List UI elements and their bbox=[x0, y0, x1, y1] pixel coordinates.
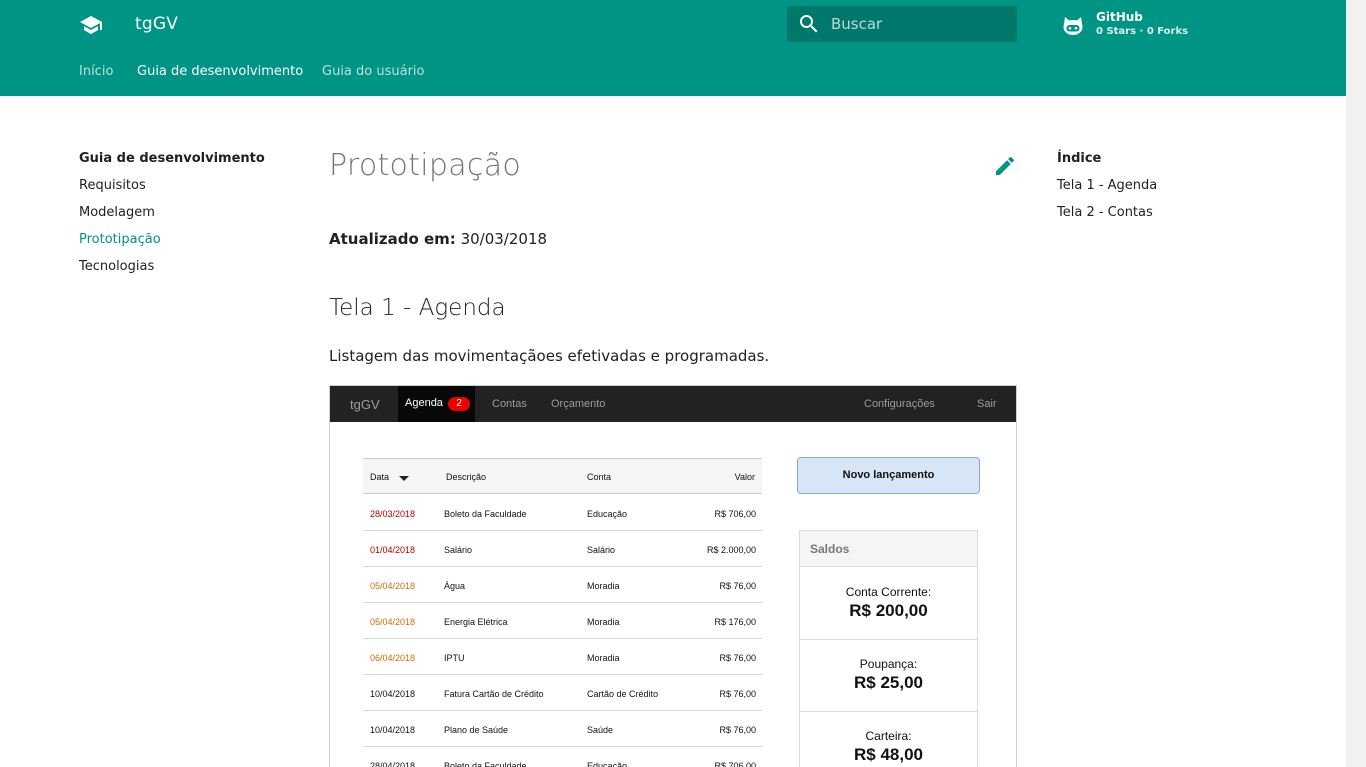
mock-table-row: 05/04/2018 Energia Elétrica Moradia R$ 176,… bbox=[363, 603, 762, 639]
mock-table-header: Data Descrição Conta Valor bbox=[363, 458, 762, 494]
mock-table-row: 01/04/2018 Salário Salário R$ 2.000,00 bbox=[363, 531, 762, 567]
toc-title: Índice bbox=[1057, 151, 1102, 166]
mock-cell-description: Energia Elétrica bbox=[444, 617, 508, 627]
updated-label: Atualizado em: bbox=[329, 230, 456, 248]
search-input[interactable] bbox=[831, 6, 1011, 42]
nav-title[interactable]: Guia de desenvolvimento bbox=[79, 151, 265, 166]
search-icon[interactable] bbox=[797, 12, 821, 36]
mock-header-valor: Valor bbox=[734, 472, 755, 482]
toc-item-tela-2[interactable]: Tela 2 - Contas bbox=[1057, 205, 1153, 220]
mock-header-descricao: Descrição bbox=[446, 472, 487, 482]
mock-cell-account: Moradia bbox=[587, 581, 620, 591]
mock-cell-value: R$ 706,00 bbox=[714, 761, 756, 767]
mock-cell-account: Educação bbox=[587, 761, 628, 767]
mock-balance-label: Conta Corrente: bbox=[845, 585, 932, 599]
tab-guia-desenvolvimento[interactable]: Guia de desenvolvimento bbox=[137, 64, 303, 79]
mock-cell-date: 05/04/2018 bbox=[370, 617, 416, 627]
mock-agenda-label: Agenda bbox=[405, 397, 443, 409]
mock-cell-description: Salário bbox=[444, 545, 473, 555]
mock-balance-label: Carteira: bbox=[865, 729, 912, 743]
mock-balances-panel: Saldos Conta Corrente: R$ 200,00 Poupanç… bbox=[799, 530, 978, 767]
mock-cell-description: IPTU bbox=[444, 653, 465, 663]
toc-item-tela-1[interactable]: Tela 1 - Agenda bbox=[1057, 178, 1157, 193]
mock-cell-account: Saúde bbox=[587, 725, 614, 735]
page-title: Prototipação bbox=[329, 148, 522, 183]
mock-cell-value: R$ 76,00 bbox=[719, 581, 756, 591]
sort-caret-icon bbox=[399, 476, 409, 481]
mock-balance-label: Poupança: bbox=[859, 657, 918, 671]
edit-icon[interactable] bbox=[993, 154, 1017, 178]
mock-table-row: 10/04/2018 Fatura Cartão de Crédito Cartão… bbox=[363, 675, 762, 711]
mock-cell-date: 28/04/2018 bbox=[370, 761, 416, 767]
mock-header-conta: Conta bbox=[587, 472, 612, 482]
mock-nav-contas: Contas bbox=[492, 398, 527, 410]
mock-cell-account: Educação bbox=[587, 509, 628, 519]
mock-cell-value: R$ 76,00 bbox=[719, 689, 756, 699]
mock-table-row: 05/04/2018 Água Moradia R$ 76,00 bbox=[363, 567, 762, 603]
repo-link[interactable]: GitHub 0 Stars · 0 Forks bbox=[1061, 10, 1211, 42]
mock-table-row: 28/04/2018 Boleto da Faculdade Educação R$ … bbox=[363, 747, 762, 767]
mock-cell-account: Moradia bbox=[587, 653, 620, 663]
mock-nav-orcamento: Orçamento bbox=[551, 398, 606, 410]
nav-item-tecnologias[interactable]: Tecnologias bbox=[79, 259, 154, 274]
mock-cell-description: Boleto da Faculdade bbox=[444, 761, 527, 767]
nav-item-modelagem[interactable]: Modelagem bbox=[79, 205, 155, 220]
updated-value: 30/03/2018 bbox=[460, 230, 548, 248]
mock-cell-account: Moradia bbox=[587, 617, 620, 627]
nav-item-prototipacao[interactable]: Prototipação bbox=[79, 232, 161, 247]
mock-table-row: 28/03/2018 Boleto da Faculdade Educação R$ … bbox=[363, 495, 762, 531]
mock-cell-value: R$ 176,00 bbox=[714, 617, 756, 627]
mock-cell-date: 28/03/2018 bbox=[370, 509, 416, 519]
mock-cell-account: Cartão de Crédito bbox=[587, 689, 659, 699]
section-description: Listagem das movimentaçãoes efetivadas e… bbox=[329, 347, 770, 365]
tab-guia-usuario[interactable]: Guia do usuário bbox=[322, 64, 425, 79]
mock-agenda-badge: 2 bbox=[448, 397, 470, 411]
page-scrollbar[interactable] bbox=[1346, 0, 1366, 767]
mock-nav-agenda: Agenda 2 bbox=[398, 386, 475, 422]
mock-balances-header: Saldos bbox=[800, 531, 977, 567]
mock-balance-carteira: Carteira: R$ 48,00 bbox=[800, 712, 977, 767]
mock-balance-value: R$ 200,00 bbox=[849, 601, 928, 620]
mock-table-row: 10/04/2018 Plano de Saúde Saúde R$ 76,00 bbox=[363, 711, 762, 747]
mock-cell-date: 10/04/2018 bbox=[370, 689, 416, 699]
header: tgGV GitHub 0 Stars · 0 Forks Início Gui… bbox=[0, 0, 1346, 96]
mock-new-entry-button: Novo lançamento bbox=[797, 457, 980, 494]
repo-name: GitHub bbox=[1096, 10, 1143, 24]
updated-line: Atualizado em: 30/03/2018 bbox=[329, 230, 547, 248]
mock-balance-value: R$ 25,00 bbox=[854, 673, 923, 692]
mock-nav-configuracoes: Configurações bbox=[864, 398, 935, 410]
mock-cell-date: 01/04/2018 bbox=[370, 545, 416, 555]
mock-balance-value: R$ 48,00 bbox=[854, 745, 923, 764]
mock-brand: tgGV bbox=[350, 397, 380, 412]
mock-cell-value: R$ 76,00 bbox=[719, 725, 756, 735]
mock-header-data: Data bbox=[370, 472, 390, 482]
mock-cell-description: Água bbox=[444, 581, 466, 591]
prototype-screenshot: tgGV Agenda 2 Contas Orçamento Configura… bbox=[329, 385, 1017, 767]
mock-table-row: 06/04/2018 IPTU Moradia R$ 76,00 bbox=[363, 639, 762, 675]
school-icon[interactable] bbox=[79, 13, 103, 37]
mock-cell-value: R$ 706,00 bbox=[714, 509, 756, 519]
mock-cell-date: 05/04/2018 bbox=[370, 581, 416, 591]
search-box[interactable] bbox=[787, 6, 1017, 42]
mock-cell-description: Fatura Cartão de Crédito bbox=[444, 689, 544, 699]
nav-item-requisitos[interactable]: Requisitos bbox=[79, 178, 146, 193]
mock-balance-poupanca: Poupança: R$ 25,00 bbox=[800, 640, 977, 712]
section-title: Tela 1 - Agenda bbox=[329, 295, 506, 321]
mock-cell-date: 06/04/2018 bbox=[370, 653, 416, 663]
site-title[interactable]: tgGV bbox=[135, 14, 178, 34]
tab-inicio[interactable]: Início bbox=[79, 64, 113, 79]
mock-cell-account: Salário bbox=[587, 545, 616, 555]
github-icon bbox=[1063, 17, 1083, 35]
mock-navbar: tgGV Agenda 2 Contas Orçamento Configura… bbox=[330, 386, 1016, 422]
mock-balances-title: Saldos bbox=[810, 542, 850, 556]
mock-cell-value: R$ 76,00 bbox=[719, 653, 756, 663]
repo-facts: 0 Stars · 0 Forks bbox=[1096, 26, 1189, 37]
mock-cell-description: Boleto da Faculdade bbox=[444, 509, 527, 519]
mock-cell-description: Plano de Saúde bbox=[444, 725, 509, 735]
mock-cell-date: 10/04/2018 bbox=[370, 725, 416, 735]
mock-cell-value: R$ 2.000,00 bbox=[706, 545, 756, 555]
mock-nav-sair: Sair bbox=[977, 398, 997, 410]
mock-balance-conta-corrente: Conta Corrente: R$ 200,00 bbox=[800, 568, 977, 640]
